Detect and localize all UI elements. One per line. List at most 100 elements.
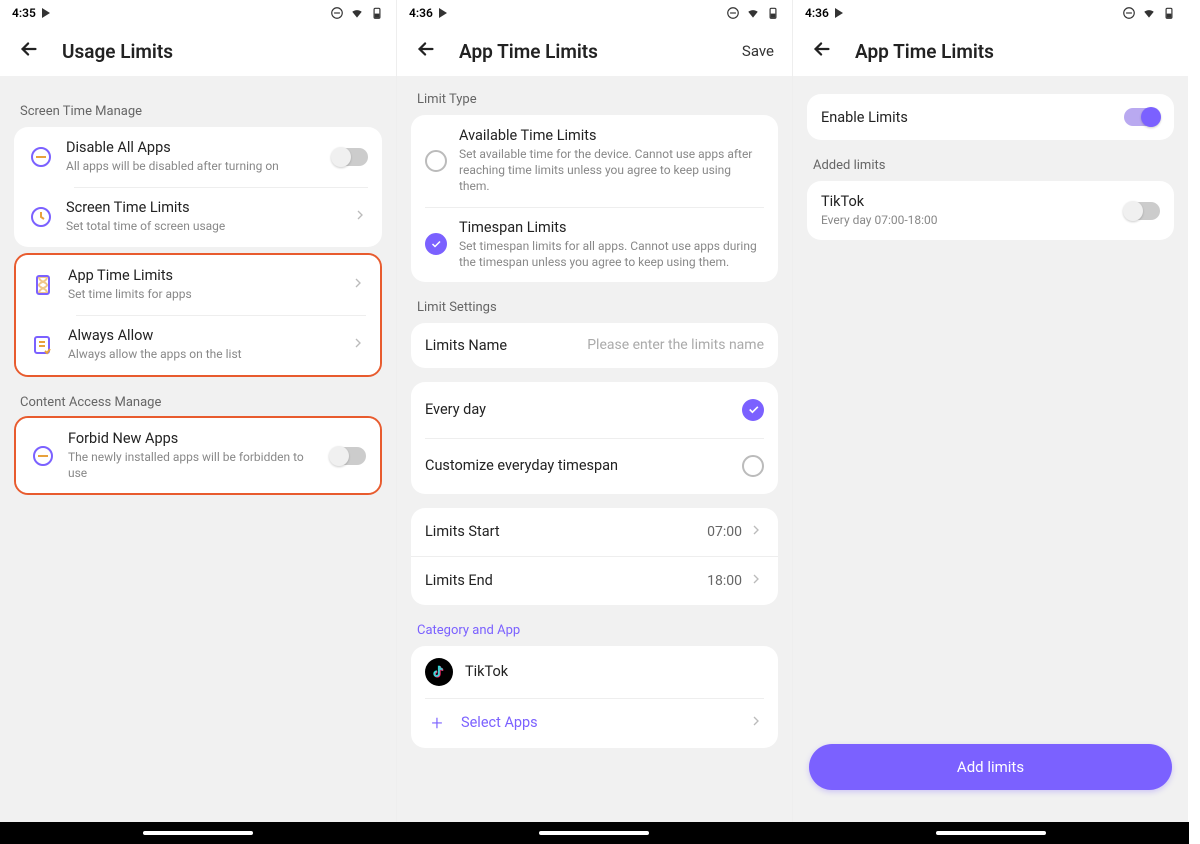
list-check-icon (30, 332, 56, 358)
select-apps-label: Select Apps (461, 714, 538, 731)
back-button[interactable] (18, 38, 40, 64)
dnd-icon (726, 6, 740, 20)
gesture-bar (0, 822, 396, 844)
dnd-icon (1122, 6, 1136, 20)
screen-time-limits-row[interactable]: Screen Time Limits Set total time of scr… (14, 187, 382, 247)
row-title: Disable All Apps (66, 139, 320, 156)
enable-limits-row[interactable]: Enable Limits (807, 94, 1174, 140)
row-sub: Every day 07:00-18:00 (821, 212, 1112, 228)
limits-name-input[interactable]: Limits Name Please enter the limits name (411, 323, 778, 368)
header: App Time Limits Save (397, 26, 792, 76)
status-time: 4:36 (805, 6, 829, 20)
forbid-toggle[interactable] (330, 447, 366, 465)
wifi-icon (350, 6, 364, 20)
back-button[interactable] (811, 38, 833, 64)
input-placeholder: Please enter the limits name (587, 337, 764, 353)
status-bar: 4:35 (0, 0, 396, 26)
dnd-icon (330, 6, 344, 20)
forbid-new-apps-row[interactable]: Forbid New Apps The newly installed apps… (16, 418, 380, 493)
row-value: 07:00 (707, 524, 742, 540)
customize-timespan-option[interactable]: Customize everyday timespan (411, 438, 778, 494)
tiktok-icon (425, 658, 453, 686)
forbid-icon (30, 443, 56, 469)
row-title: Screen Time Limits (66, 199, 340, 216)
row-label: Limits Start (425, 523, 500, 540)
gesture-bar (396, 822, 792, 844)
every-day-option[interactable]: Every day (411, 382, 778, 438)
available-time-limits-option[interactable]: Available Time Limits Set available time… (411, 115, 778, 207)
limit-tiktok-row[interactable]: TikTok Every day 07:00-18:00 (807, 181, 1174, 240)
chevron-right-icon (748, 713, 764, 733)
row-sub: Always allow the apps on the list (68, 346, 338, 362)
page-title: App Time Limits (459, 40, 598, 63)
chevron-right-icon (350, 335, 366, 355)
row-sub: Set time limits for apps (68, 286, 338, 302)
row-title: Always Allow (68, 327, 338, 344)
row-sub: Set timespan limits for all apps. Cannot… (459, 238, 764, 270)
row-sub: Set total time of screen usage (66, 218, 340, 234)
row-label: Limits End (425, 572, 493, 589)
wifi-icon (1142, 6, 1156, 20)
row-value: 18:00 (707, 573, 742, 589)
section-category-app: Category and App (417, 623, 772, 638)
highlight-box-2: Forbid New Apps The newly installed apps… (14, 416, 382, 495)
chevron-right-icon (748, 522, 764, 542)
input-label: Limits Name (425, 337, 507, 354)
timespan-limits-option[interactable]: Timespan Limits Set timespan limits for … (411, 207, 778, 282)
limit-tiktok-toggle[interactable] (1124, 202, 1160, 220)
check-on-icon (742, 399, 764, 421)
header: App Time Limits (793, 26, 1188, 76)
row-title: App Time Limits (68, 267, 338, 284)
row-title: Every day (425, 401, 730, 418)
page-title: App Time Limits (855, 40, 994, 63)
select-apps-row[interactable]: + Select Apps (411, 698, 778, 748)
page-title: Usage Limits (62, 40, 173, 63)
section-content-access: Content Access Manage (20, 395, 376, 410)
limits-start-row[interactable]: Limits Start 07:00 (411, 508, 778, 556)
row-title: TikTok (821, 193, 1112, 210)
battery-icon (370, 6, 384, 20)
row-sub: All apps will be disabled after turning … (66, 158, 320, 174)
gesture-bar (793, 822, 1189, 844)
row-title: Available Time Limits (459, 127, 764, 144)
status-time: 4:36 (409, 6, 433, 20)
play-icon (835, 8, 843, 18)
row-title: Enable Limits (821, 109, 1112, 126)
wifi-icon (746, 6, 760, 20)
save-button[interactable]: Save (742, 42, 774, 60)
status-time: 4:35 (12, 6, 36, 20)
radio-on-icon (425, 233, 447, 255)
radio-off-icon (742, 455, 764, 477)
battery-icon (766, 6, 780, 20)
row-title: Forbid New Apps (68, 430, 318, 447)
enable-limits-toggle[interactable] (1124, 108, 1160, 126)
section-added-limits: Added limits (813, 158, 1168, 173)
section-screen-time: Screen Time Manage (20, 104, 376, 119)
chevron-right-icon (748, 571, 764, 591)
add-limits-button[interactable]: Add limits (809, 744, 1172, 790)
disable-icon (28, 144, 54, 170)
row-title: Customize everyday timespan (425, 457, 730, 474)
app-name: TikTok (465, 663, 508, 680)
row-sub: Set available time for the device. Canno… (459, 146, 764, 195)
header: Usage Limits (0, 26, 396, 76)
play-icon (42, 8, 50, 18)
limits-end-row[interactable]: Limits End 18:00 (411, 556, 778, 605)
row-sub: The newly installed apps will be forbidd… (68, 449, 318, 481)
add-limits-label: Add limits (957, 758, 1024, 776)
status-bar: 4:36 (397, 0, 792, 26)
disable-all-apps-row[interactable]: Disable All Apps All apps will be disabl… (14, 127, 382, 187)
disable-all-toggle[interactable] (332, 148, 368, 166)
row-title: Timespan Limits (459, 219, 764, 236)
chevron-right-icon (350, 275, 366, 295)
always-allow-row[interactable]: Always Allow Always allow the apps on th… (16, 315, 380, 375)
back-button[interactable] (415, 38, 437, 64)
status-bar: 4:36 (793, 0, 1188, 26)
play-icon (439, 8, 447, 18)
hourglass-icon (30, 272, 56, 298)
app-tiktok-row[interactable]: TikTok (411, 646, 778, 698)
battery-icon (1162, 6, 1176, 20)
app-time-limits-row[interactable]: App Time Limits Set time limits for apps (16, 255, 380, 315)
section-limit-type: Limit Type (417, 92, 772, 107)
section-limit-settings: Limit Settings (417, 300, 772, 315)
